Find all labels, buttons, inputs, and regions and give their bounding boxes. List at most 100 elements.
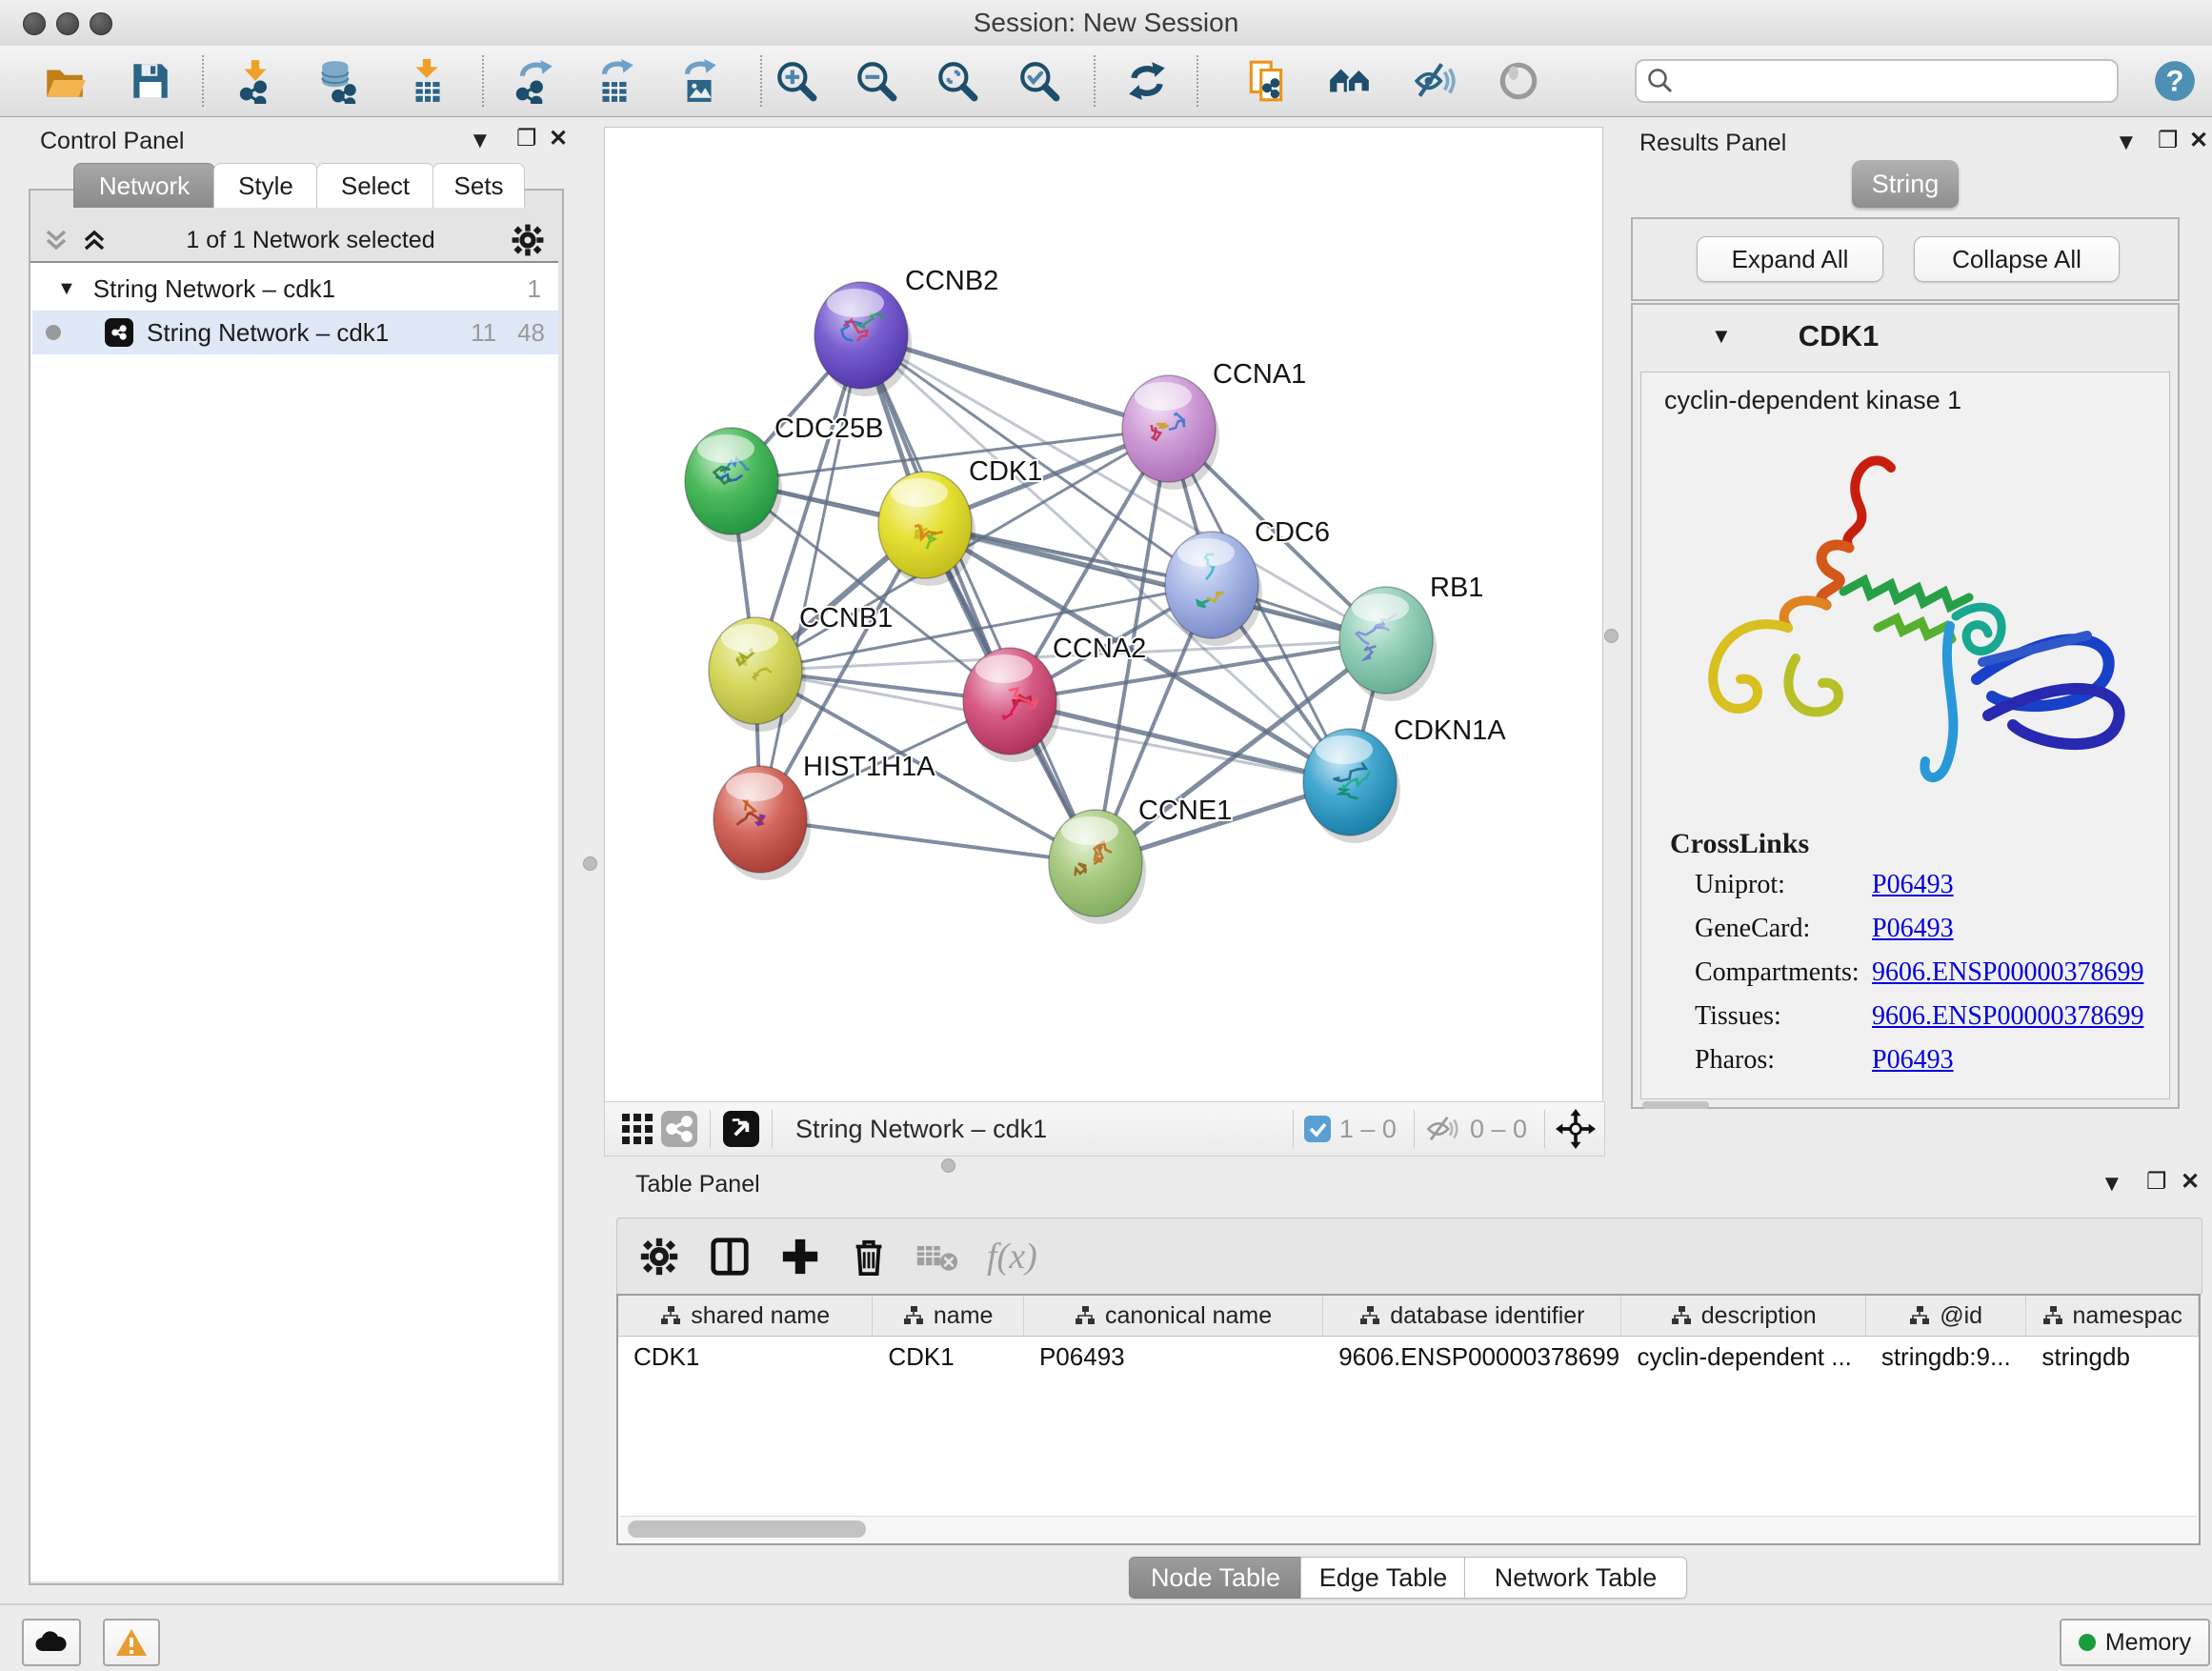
- table-row[interactable]: CDK1CDK1P064939606.ENSP00000378699cyclin…: [618, 1337, 2199, 1377]
- help-button[interactable]: ?: [2148, 54, 2202, 108]
- control-panel-float-icon[interactable]: ❐: [516, 128, 537, 151]
- results-panel-float-icon[interactable]: ❐: [2158, 130, 2179, 152]
- footer-separator: [1414, 1110, 1415, 1148]
- results-panel-close-icon[interactable]: ✕: [2189, 130, 2208, 152]
- section-collapse-triangle-icon[interactable]: ▼: [1711, 324, 1732, 349]
- network-node-CCNA2[interactable]: CCNA2: [963, 634, 1146, 762]
- cloud-status-button[interactable]: [22, 1619, 81, 1666]
- collapse-all-button[interactable]: Collapse All: [1914, 236, 2120, 282]
- export-network-button[interactable]: [507, 54, 560, 108]
- function-builder-button-disabled: f(x): [987, 1236, 1037, 1278]
- network-node-CDC6[interactable]: CDC6: [1165, 517, 1330, 646]
- export-image-button[interactable]: [672, 54, 725, 108]
- apply-layout-button[interactable]: [1120, 54, 1174, 108]
- tab-style[interactable]: Style: [213, 163, 318, 208]
- column-header-name[interactable]: name: [873, 1296, 1024, 1336]
- open-in-browser-icon[interactable]: [720, 1108, 762, 1150]
- table-panel-menu-icon[interactable]: ▼: [2101, 1173, 2123, 1196]
- column-type-icon: [1909, 1305, 1930, 1326]
- table-panel-float-icon[interactable]: ❐: [2146, 1171, 2167, 1194]
- tab-edge-table[interactable]: Edge Table: [1300, 1557, 1466, 1599]
- tab-sets[interactable]: Sets: [432, 163, 525, 208]
- hidden-eye-icon[interactable]: [1424, 1114, 1462, 1144]
- crosslink-pharos-link[interactable]: P06493: [1872, 1045, 1954, 1076]
- bird-view-toggle-button[interactable]: [1492, 54, 1545, 108]
- tab-string[interactable]: String: [1852, 160, 1959, 208]
- crosslink-tissues-link[interactable]: 9606.ENSP00000378699: [1872, 1001, 2143, 1032]
- column-header-shared-name[interactable]: shared name: [618, 1296, 873, 1336]
- network-node-RB1[interactable]: RB1: [1339, 573, 1483, 701]
- pan-crosshair-icon[interactable]: [1555, 1108, 1597, 1150]
- network-collection-row[interactable]: ▼ String Network – cdk1 1: [32, 267, 558, 311]
- network-options-gear-icon[interactable]: [511, 223, 545, 257]
- column-header--id[interactable]: @id: [1866, 1296, 2027, 1336]
- crosslink-uniprot-link[interactable]: P06493: [1872, 870, 1954, 900]
- splitter-handle[interactable]: [583, 856, 597, 871]
- column-header-canonical-name[interactable]: canonical name: [1024, 1296, 1323, 1336]
- save-session-button[interactable]: [124, 54, 177, 108]
- import-table-button[interactable]: [400, 54, 453, 108]
- crosslink-genecard-link[interactable]: P06493: [1872, 914, 1954, 944]
- add-column-button[interactable]: [775, 1232, 825, 1281]
- crosslink-compartments-link[interactable]: 9606.ENSP00000378699: [1872, 957, 2143, 988]
- network-node-CCNE1[interactable]: CCNE1: [1049, 795, 1232, 924]
- network-node-HIST1H1A[interactable]: HIST1H1A: [714, 752, 935, 880]
- search-icon: [1646, 67, 1675, 95]
- table-panel-close-icon[interactable]: ✕: [2181, 1171, 2200, 1194]
- string-share-icon[interactable]: [658, 1108, 700, 1150]
- zoom-fit-button[interactable]: [931, 54, 984, 108]
- tab-network[interactable]: Network: [73, 163, 215, 208]
- search-input[interactable]: [1675, 67, 2088, 96]
- column-header-description[interactable]: description: [1621, 1296, 1865, 1336]
- expand-all-button[interactable]: Expand All: [1697, 236, 1883, 282]
- table-hscrollbar-thumb[interactable]: [628, 1520, 866, 1538]
- tab-network-table[interactable]: Network Table: [1464, 1557, 1687, 1599]
- zoom-in-button[interactable]: [770, 54, 823, 108]
- search-field[interactable]: [1635, 59, 2119, 103]
- footer-separator: [1293, 1110, 1294, 1148]
- tab-select[interactable]: Select: [316, 163, 434, 208]
- network-node-CDK1[interactable]: CDK1: [878, 456, 1042, 586]
- zoom-selected-button[interactable]: [1013, 54, 1066, 108]
- table-settings-button[interactable]: [634, 1232, 684, 1281]
- show-hide-panels-button[interactable]: [1323, 54, 1377, 108]
- import-network-file-button[interactable]: [229, 54, 282, 108]
- memory-button[interactable]: Memory: [2060, 1619, 2210, 1666]
- grid-view-icon[interactable]: [616, 1108, 658, 1150]
- column-header-database-identifier[interactable]: database identifier: [1323, 1296, 1621, 1336]
- export-table-button[interactable]: [589, 54, 642, 108]
- results-scrollbar-thumb[interactable]: [1642, 1101, 1709, 1109]
- network-node-CDKN1A[interactable]: CDKN1A: [1303, 715, 1506, 843]
- network-row-selected[interactable]: String Network – cdk1 11 48: [32, 311, 558, 354]
- collapse-triangle-icon[interactable]: ▼: [57, 278, 76, 300]
- network-canvas[interactable]: CCNB2CCNA1CDC25BCDK1CDC6RB1CCNB1CCNA2CDK…: [604, 127, 1603, 1102]
- tab-node-table[interactable]: Node Table: [1129, 1557, 1302, 1599]
- network-tree: ▼ String Network – cdk1 1 String Network…: [30, 261, 558, 1581]
- network-edge: [1010, 701, 1350, 782]
- protein-section-header[interactable]: ▼ CDK1: [1633, 305, 2178, 368]
- warnings-button[interactable]: [103, 1619, 160, 1666]
- import-network-database-button[interactable]: [312, 54, 366, 108]
- export-image-icon: [675, 58, 721, 104]
- control-panel-menu-icon[interactable]: ▼: [469, 130, 492, 152]
- expand-all-chevrons-icon[interactable]: [78, 226, 111, 254]
- hide-selected-button[interactable]: [1408, 54, 1461, 108]
- results-panel: Results Panel ▼ ❐ ✕ String Expand All Co…: [1619, 124, 2212, 1153]
- control-panel-close-icon[interactable]: ✕: [549, 128, 568, 151]
- show-columns-button[interactable]: [705, 1232, 754, 1281]
- splitter-handle[interactable]: [1604, 629, 1619, 643]
- table-hscrollbar: [620, 1516, 2197, 1541]
- column-header-namespac[interactable]: namespac: [2026, 1296, 2199, 1336]
- column-type-icon: [2042, 1305, 2063, 1326]
- zoom-out-button[interactable]: [850, 54, 903, 108]
- clone-network-button[interactable]: [1240, 54, 1294, 108]
- delete-column-button[interactable]: [844, 1232, 894, 1281]
- results-panel-menu-icon[interactable]: ▼: [2115, 131, 2138, 154]
- network-node-CCNB1[interactable]: CCNB1: [709, 603, 893, 732]
- refresh-icon: [1124, 58, 1170, 104]
- zoom-in-icon: [774, 58, 819, 104]
- open-session-button[interactable]: [38, 54, 91, 108]
- collapse-all-chevrons-icon[interactable]: [40, 226, 72, 254]
- network-node-CCNA1[interactable]: CCNA1: [1122, 359, 1306, 490]
- selected-checkbox-icon[interactable]: [1303, 1115, 1332, 1143]
